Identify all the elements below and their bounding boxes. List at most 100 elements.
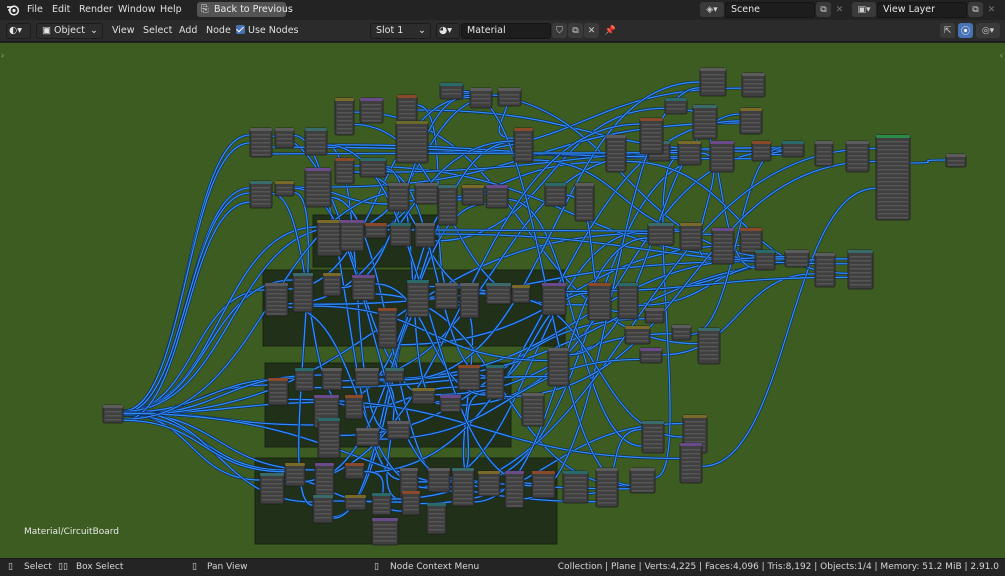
node-header[interactable] (318, 418, 340, 421)
node-header[interactable] (275, 181, 294, 184)
shader-node[interactable] (513, 127, 534, 163)
node-header[interactable] (323, 273, 341, 276)
shader-node[interactable] (459, 282, 480, 319)
node-header[interactable] (532, 471, 555, 474)
node-header[interactable] (815, 141, 833, 144)
node-header[interactable] (458, 365, 480, 368)
node-link[interactable] (122, 142, 251, 412)
node-header[interactable] (740, 108, 762, 111)
shader-node[interactable] (457, 364, 481, 391)
node-header[interactable] (625, 326, 650, 329)
menu-select[interactable]: Select (143, 21, 172, 41)
node-header[interactable] (103, 405, 123, 408)
node-header[interactable] (545, 183, 566, 186)
node-header[interactable] (260, 473, 284, 476)
menu-add[interactable]: Add (179, 21, 197, 41)
material-browse-button[interactable]: ◕▾ (436, 23, 460, 39)
node-header[interactable] (946, 154, 966, 157)
node-header[interactable] (672, 325, 691, 328)
node-header[interactable] (250, 181, 272, 184)
node-header[interactable] (680, 443, 702, 446)
node-header[interactable] (542, 283, 566, 286)
node-header[interactable] (285, 463, 305, 466)
parent-node-tree-icon[interactable]: ⇱ (940, 23, 955, 38)
node-header[interactable] (452, 468, 474, 471)
shader-node[interactable] (741, 72, 766, 98)
node-header[interactable] (305, 168, 331, 171)
shader-node[interactable] (264, 282, 289, 317)
menu-node[interactable]: Node (206, 21, 231, 41)
scene-name-field[interactable]: Scene (725, 2, 815, 18)
toolbar-expand-arrow-icon[interactable]: › (1, 51, 4, 60)
node-header[interactable] (712, 228, 734, 231)
node-header[interactable] (486, 185, 508, 188)
node-header[interactable] (355, 368, 379, 371)
node-header[interactable] (388, 183, 409, 186)
node-header[interactable] (372, 518, 398, 521)
node-header[interactable] (345, 463, 364, 466)
shader-node[interactable] (677, 140, 702, 166)
node-header[interactable] (680, 223, 702, 226)
slot-dropdown[interactable]: Slot 1 ⌄ (370, 23, 431, 39)
scene-browse-icon[interactable]: ◈▾ (700, 2, 724, 17)
scene-close-icon[interactable]: ✕ (832, 2, 847, 17)
node-header[interactable] (665, 98, 687, 101)
material-new-icon[interactable]: ⧉ (568, 23, 583, 38)
node-header[interactable] (265, 283, 288, 286)
node-header[interactable] (360, 158, 386, 161)
node-header[interactable] (387, 421, 410, 424)
node-header[interactable] (642, 421, 664, 424)
shader-node[interactable] (351, 274, 376, 301)
shader-node[interactable] (414, 222, 436, 248)
back-to-previous-button[interactable]: ⎘ Back to Previous (197, 2, 293, 17)
node-header[interactable] (478, 471, 500, 474)
node-header[interactable] (640, 118, 663, 121)
node-header[interactable] (295, 368, 314, 371)
node-header[interactable] (322, 368, 342, 371)
node-header[interactable] (415, 183, 438, 186)
view-layer-browse-icon[interactable]: ▣▾ (852, 2, 876, 17)
node-header[interactable] (402, 491, 420, 494)
node-header[interactable] (412, 388, 435, 391)
node-header[interactable] (710, 141, 734, 144)
shader-node[interactable] (485, 364, 505, 400)
node-header[interactable] (693, 105, 717, 108)
node-header[interactable] (407, 280, 429, 283)
node-header[interactable] (470, 88, 492, 91)
node-header[interactable] (606, 135, 626, 138)
node-header[interactable] (648, 223, 674, 226)
node-header[interactable] (782, 141, 804, 144)
node-header[interactable] (275, 128, 294, 131)
node-header[interactable] (345, 395, 363, 398)
shader-node[interactable] (477, 470, 501, 497)
node-header[interactable] (335, 98, 354, 101)
shader-node[interactable] (692, 104, 718, 140)
blender-logo-icon[interactable] (6, 3, 20, 17)
node-header[interactable] (740, 228, 762, 231)
node-header[interactable] (415, 223, 435, 226)
node-graph[interactable] (0, 43, 1005, 558)
node-header[interactable] (486, 283, 511, 286)
menu-view[interactable]: View (112, 21, 135, 41)
fake-user-shield-icon[interactable]: ⛉ (552, 23, 567, 38)
shader-node[interactable] (739, 227, 763, 254)
node-header[interactable] (700, 68, 726, 71)
shader-node[interactable] (814, 252, 836, 288)
node-header[interactable] (360, 98, 383, 101)
node-header[interactable] (365, 223, 387, 226)
node-header[interactable] (588, 283, 611, 286)
node-header[interactable] (428, 468, 450, 471)
shader-node[interactable] (521, 392, 545, 427)
view-layer-name-field[interactable]: View Layer (877, 2, 967, 18)
menu-window[interactable]: Window (118, 0, 155, 20)
node-header[interactable] (440, 83, 463, 86)
node-header[interactable] (563, 471, 588, 474)
node-header[interactable] (462, 185, 484, 188)
shader-node[interactable] (359, 97, 384, 124)
node-header[interactable] (293, 273, 313, 276)
node-header[interactable] (340, 220, 364, 223)
node-header[interactable] (596, 468, 618, 471)
node-header[interactable] (630, 468, 655, 471)
node-header[interactable] (250, 128, 272, 131)
node-header[interactable] (876, 135, 910, 138)
